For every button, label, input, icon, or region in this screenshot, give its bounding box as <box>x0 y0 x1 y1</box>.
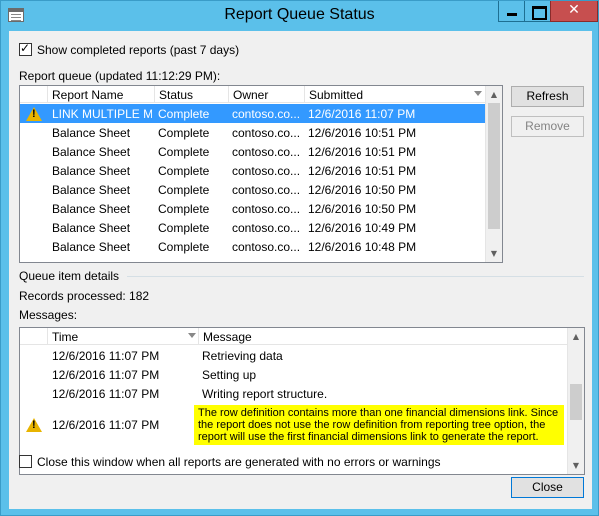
scroll-down-icon[interactable]: ▼ <box>486 245 502 262</box>
refresh-button[interactable]: Refresh <box>511 86 584 107</box>
queue-row[interactable]: Balance Sheet Complete contoso.co... 12/6/2… <box>20 142 486 161</box>
close-button[interactable]: Close <box>511 477 584 498</box>
close-when-done-label[interactable]: Close this window when all reports are g… <box>37 455 441 469</box>
status-cell: Complete <box>158 164 210 178</box>
title-bar[interactable]: Report Queue Status ✕ <box>1 1 598 31</box>
warning-icon <box>26 107 42 121</box>
remove-button[interactable]: Remove <box>511 116 584 137</box>
column-header-submitted[interactable]: Submitted <box>305 86 486 103</box>
owner-cell: contoso.co... <box>232 126 301 140</box>
status-cell: Complete <box>158 183 210 197</box>
sort-descending-icon <box>188 333 196 338</box>
message-row[interactable]: 12/6/2016 11:07 PM The row definition con… <box>20 403 568 447</box>
report-name-cell: Balance Sheet <box>52 202 131 216</box>
show-completed-checkbox[interactable] <box>19 41 32 56</box>
report-name-cell: Balance Sheet <box>52 183 131 197</box>
message-time-cell: 12/6/2016 11:07 PM <box>52 418 160 432</box>
message-text-cell: Writing report structure. <box>202 387 328 401</box>
minimize-button[interactable] <box>498 1 525 22</box>
scroll-up-icon[interactable]: ▲ <box>486 86 502 103</box>
submitted-cell: 12/6/2016 10:51 PM <box>308 164 417 178</box>
report-name-cell: Balance Sheet <box>52 145 131 159</box>
messages-scrollbar[interactable]: ▲ ▼ <box>567 328 584 474</box>
report-queue-header: Report Name Status Owner Submitted <box>20 86 486 103</box>
queue-row[interactable]: Balance Sheet Complete contoso.co... 12/6/2… <box>20 218 486 237</box>
queue-item-details-label: Queue item details <box>19 269 120 283</box>
message-time-cell: 12/6/2016 11:07 PM <box>52 367 160 382</box>
report-queue-list[interactable]: Report Name Status Owner Submitted LINK … <box>19 85 503 263</box>
maximize-button[interactable] <box>524 1 551 22</box>
message-text-cell: Retrieving data <box>202 349 283 363</box>
status-cell: Complete <box>158 107 210 121</box>
owner-cell: contoso.co... <box>232 183 301 197</box>
status-cell: Complete <box>158 221 210 235</box>
show-completed-label[interactable]: Show completed reports (past 7 days) <box>37 43 239 57</box>
message-text-cell: The row definition contains more than on… <box>194 405 564 445</box>
details-separator <box>127 276 584 277</box>
queue-row[interactable]: Balance Sheet Complete contoso.co... 12/6/2… <box>20 199 486 218</box>
owner-cell: contoso.co... <box>232 164 301 178</box>
submitted-cell: 12/6/2016 10:50 PM <box>308 202 417 216</box>
report-name-cell: Balance Sheet <box>52 240 131 254</box>
scroll-thumb[interactable] <box>488 103 500 229</box>
messages-list[interactable]: Time Message 12/6/2016 11:07 PM Retrievin… <box>19 327 585 475</box>
queue-row[interactable]: LINK MULTIPLE M... Complete contoso.co... 1… <box>20 104 486 123</box>
scroll-down-icon[interactable]: ▼ <box>568 457 584 474</box>
owner-cell: contoso.co... <box>232 107 301 121</box>
message-time-cell: 12/6/2016 11:07 PM <box>52 348 160 363</box>
close-window-button[interactable]: ✕ <box>550 1 598 22</box>
status-cell: Complete <box>158 202 210 216</box>
owner-cell: contoso.co... <box>232 221 301 235</box>
messages-label: Messages: <box>19 308 78 322</box>
submitted-cell: 12/6/2016 10:48 PM <box>308 240 417 254</box>
report-name-cell: Balance Sheet <box>52 164 131 178</box>
records-processed-text: Records processed: 182 <box>19 289 150 303</box>
submitted-cell: 12/6/2016 10:51 PM <box>308 145 417 159</box>
report-queue-window: Report Queue Status ✕ Show completed rep… <box>0 0 599 516</box>
queue-row[interactable]: Balance Sheet Complete contoso.co... 12/6/2… <box>20 180 486 199</box>
report-name-cell: Balance Sheet <box>52 221 131 235</box>
column-header-icon[interactable] <box>20 86 48 103</box>
report-name-cell: Balance Sheet <box>52 126 131 140</box>
sort-descending-icon <box>474 91 482 96</box>
status-cell: Complete <box>158 240 210 254</box>
warning-icon <box>26 418 42 432</box>
message-text-cell: Setting up <box>202 368 257 382</box>
submitted-cell: 12/6/2016 10:51 PM <box>308 126 417 140</box>
close-when-done-checkbox[interactable] <box>19 455 32 468</box>
queue-row[interactable]: Balance Sheet Complete contoso.co... 12/6/2… <box>20 237 486 256</box>
column-header-message[interactable]: Message <box>199 328 568 345</box>
column-header-time[interactable]: Time <box>48 328 199 345</box>
messages-header: Time Message <box>20 328 568 345</box>
column-header-report-name[interactable]: Report Name <box>48 86 155 103</box>
report-name-cell: LINK MULTIPLE M... <box>52 107 152 121</box>
message-row[interactable]: 12/6/2016 11:07 PM Writing report structu… <box>20 384 568 403</box>
message-row[interactable]: 12/6/2016 11:07 PM Retrieving data <box>20 346 568 365</box>
dialog-body: Show completed reports (past 7 days) Rep… <box>9 31 592 509</box>
owner-cell: contoso.co... <box>232 240 301 254</box>
column-header-status[interactable]: Status <box>155 86 229 103</box>
submitted-cell: 12/6/2016 11:07 PM <box>308 107 416 121</box>
scroll-up-icon[interactable]: ▲ <box>568 328 584 345</box>
message-row[interactable]: 12/6/2016 11:07 PM Setting up <box>20 365 568 384</box>
column-header-owner[interactable]: Owner <box>229 86 305 103</box>
status-cell: Complete <box>158 126 210 140</box>
queue-row[interactable]: Balance Sheet Complete contoso.co... 12/6/2… <box>20 161 486 180</box>
status-cell: Complete <box>158 145 210 159</box>
close-icon: ✕ <box>568 2 580 18</box>
queue-row[interactable]: Balance Sheet Complete contoso.co... 12/6/2… <box>20 123 486 142</box>
owner-cell: contoso.co... <box>232 145 301 159</box>
column-header-icon[interactable] <box>20 328 48 345</box>
submitted-cell: 12/6/2016 10:50 PM <box>308 183 417 197</box>
report-queue-scrollbar[interactable]: ▲ ▼ <box>485 86 502 262</box>
report-queue-label: Report queue (updated 11:12:29 PM): <box>19 69 221 83</box>
message-time-cell: 12/6/2016 11:07 PM <box>52 386 160 401</box>
owner-cell: contoso.co... <box>232 202 301 216</box>
scroll-thumb[interactable] <box>570 384 582 420</box>
submitted-cell: 12/6/2016 10:49 PM <box>308 221 417 235</box>
